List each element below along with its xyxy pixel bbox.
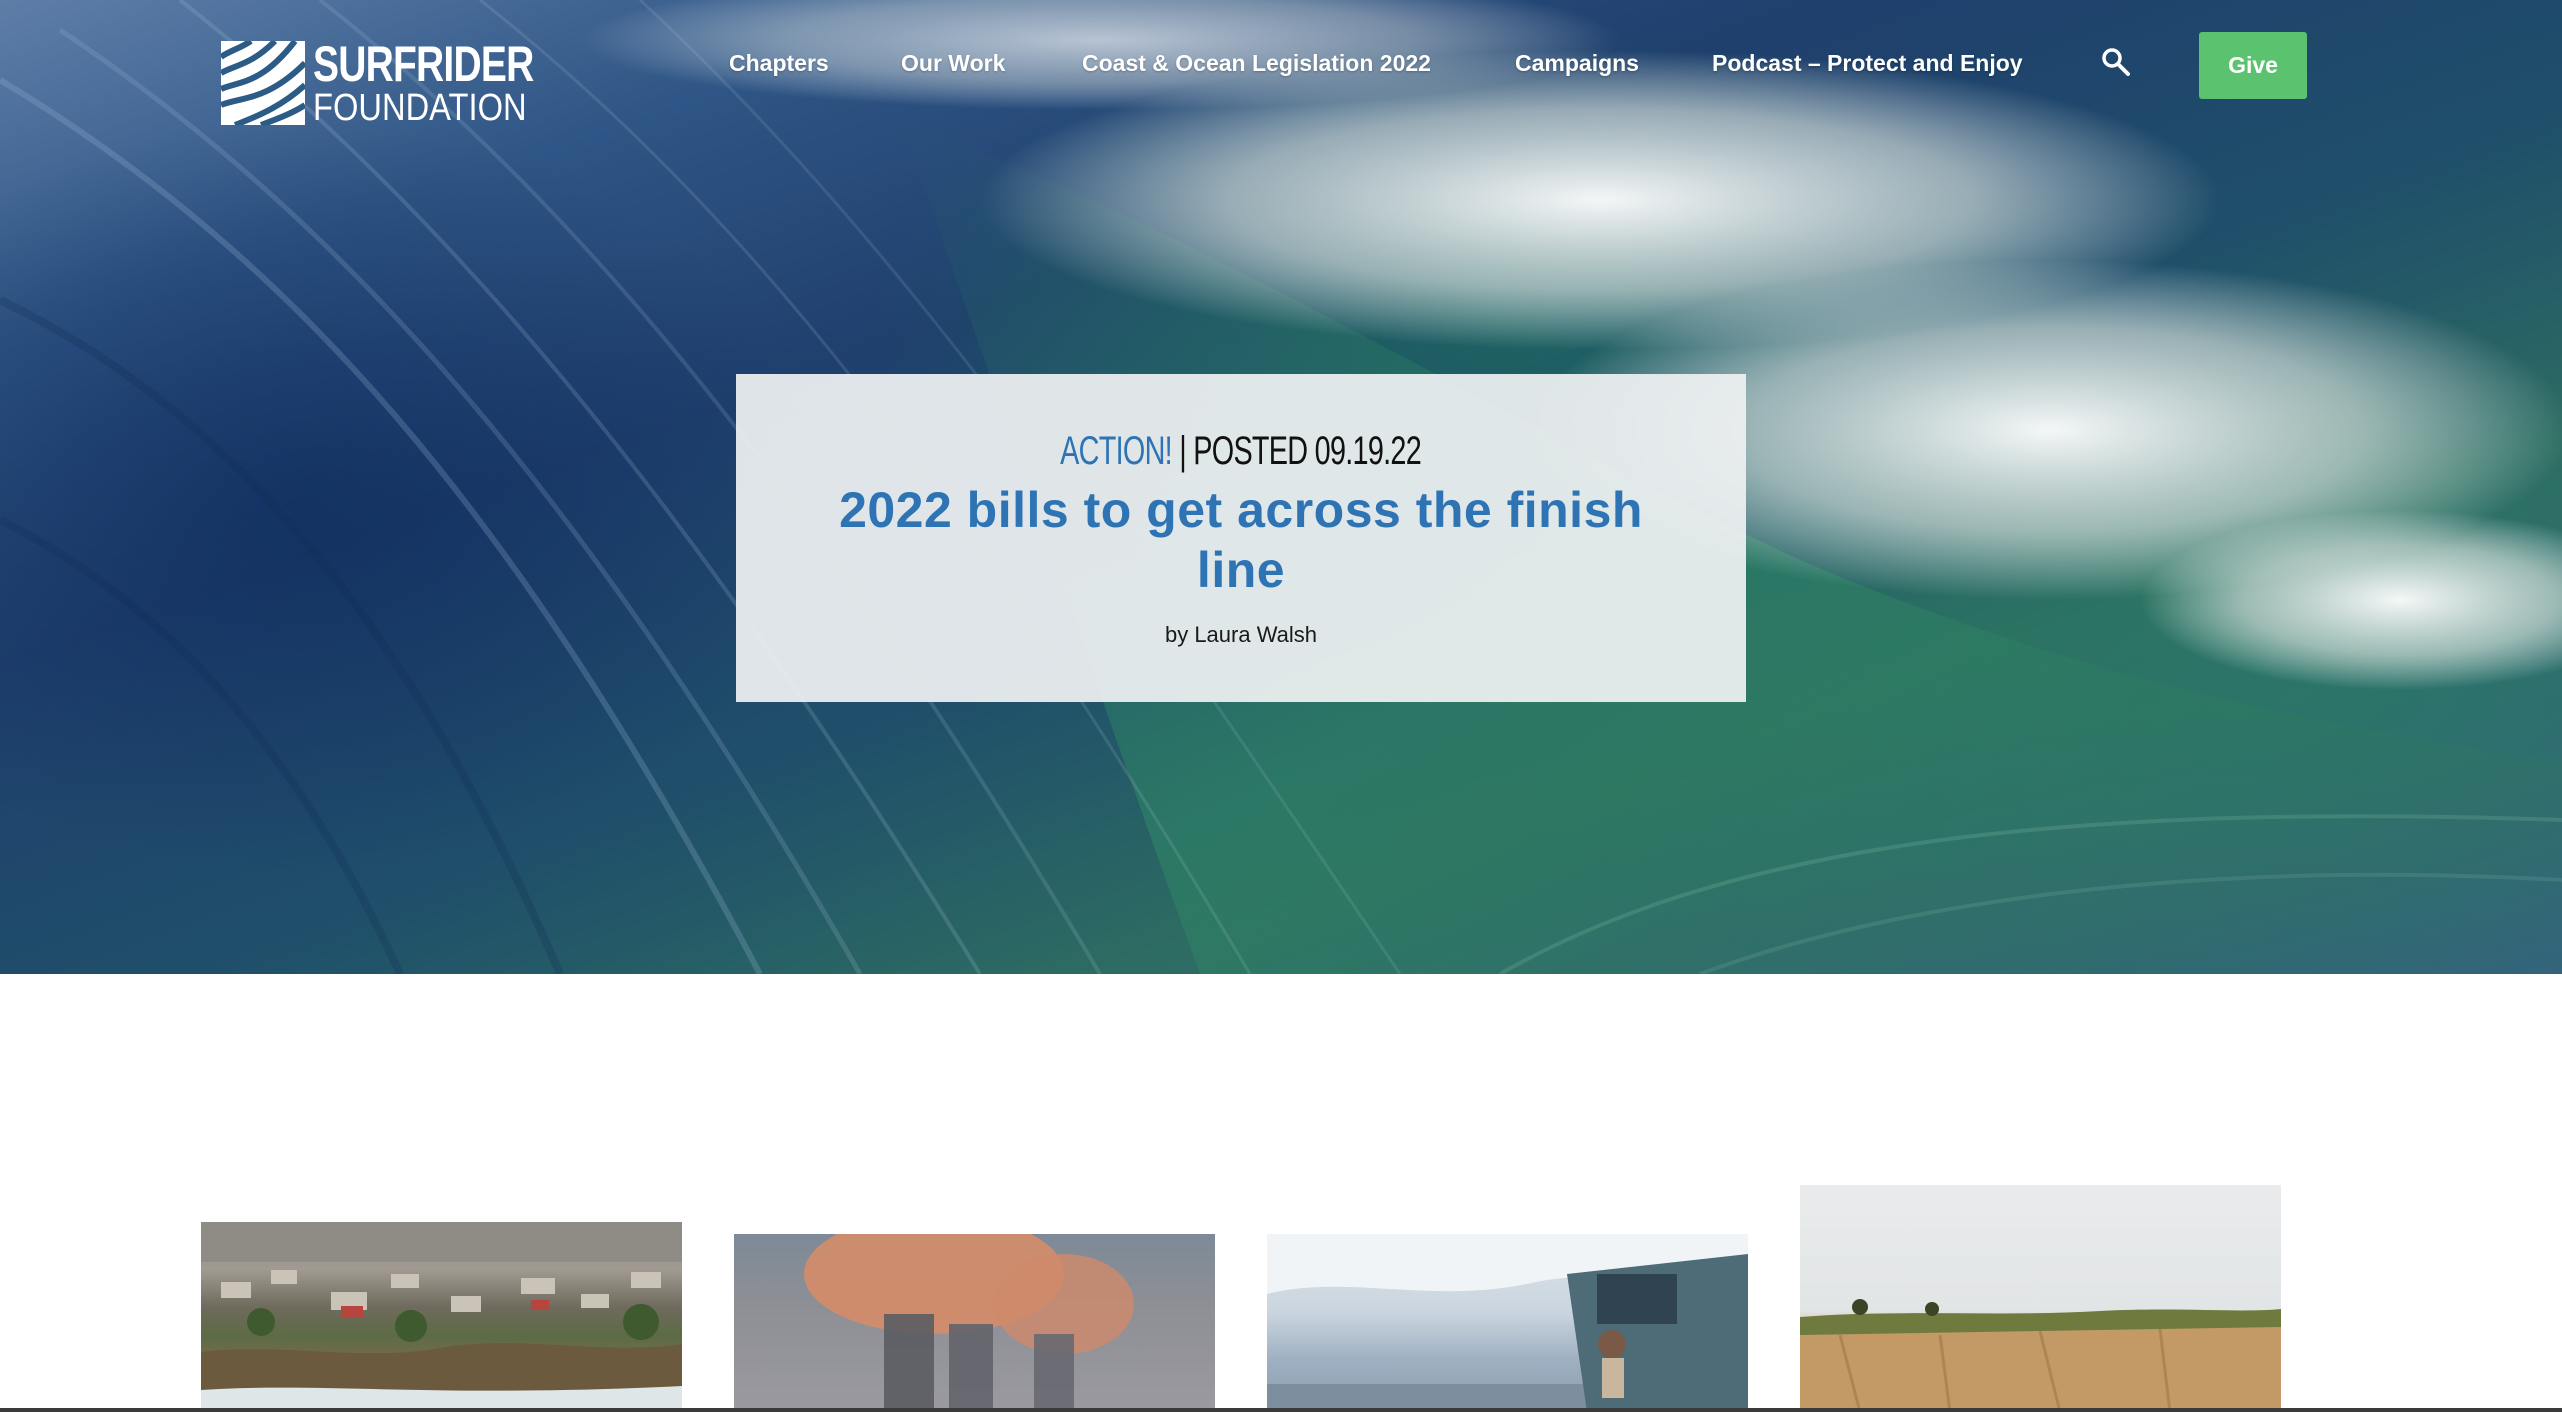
brand-name: SURFRIDER FOUNDATION — [313, 39, 596, 127]
surfrider-logo[interactable]: SURFRIDER FOUNDATION — [221, 39, 541, 127]
nav-item-podcast[interactable]: Podcast – Protect and Enjoy — [1712, 50, 2023, 77]
surfrider-logo-icon — [221, 41, 305, 125]
nav-item-chapters[interactable]: Chapters — [729, 50, 829, 77]
article-title: 2022 bills to get across the finish line — [839, 482, 1643, 598]
article-header-card: ACTION! | POSTED 09.19.22 2022 bills to … — [736, 374, 1746, 702]
viewport-bottom-edge — [0, 1408, 2562, 1412]
related-thumbnail-coastal-homes[interactable] — [201, 1222, 682, 1412]
related-thumbnail-smokestacks[interactable] — [734, 1234, 1215, 1412]
give-button[interactable]: Give — [2199, 32, 2307, 99]
smokestacks-photo — [804, 1234, 1134, 1412]
nav-item-coast-ocean-legislation[interactable]: Coast & Ocean Legislation 2022 — [1082, 50, 1431, 77]
bluff-cliff-photo — [1800, 1299, 2281, 1412]
nav-item-campaigns[interactable]: Campaigns — [1515, 50, 1639, 77]
related-thumbnail-bluff-cliff[interactable] — [1800, 1185, 2281, 1412]
article-post-date: POSTED 09.19.22 — [1193, 429, 1422, 473]
hero-wave-image: SURFRIDER FOUNDATION Chapters Our Work C… — [0, 0, 2562, 974]
brand-name-line1: SURFRIDER — [313, 36, 534, 92]
article-meta: ACTION! | POSTED 09.19.22 — [1061, 429, 1423, 474]
nav-item-our-work[interactable]: Our Work — [901, 50, 1005, 77]
related-thumbnail-van-beach[interactable] — [1267, 1234, 1748, 1412]
search-icon — [2102, 48, 2130, 76]
coastal-homes-photo — [201, 1222, 682, 1412]
brand-name-line2: FOUNDATION — [313, 87, 527, 129]
search-button[interactable] — [2100, 46, 2132, 78]
van-beach-photo — [1267, 1234, 1748, 1412]
article-category-link[interactable]: ACTION! — [1061, 429, 1173, 473]
meta-separator: | — [1179, 429, 1188, 473]
article-byline: by Laura Walsh — [1164, 622, 1318, 647]
top-navigation: SURFRIDER FOUNDATION Chapters Our Work C… — [0, 0, 2562, 140]
